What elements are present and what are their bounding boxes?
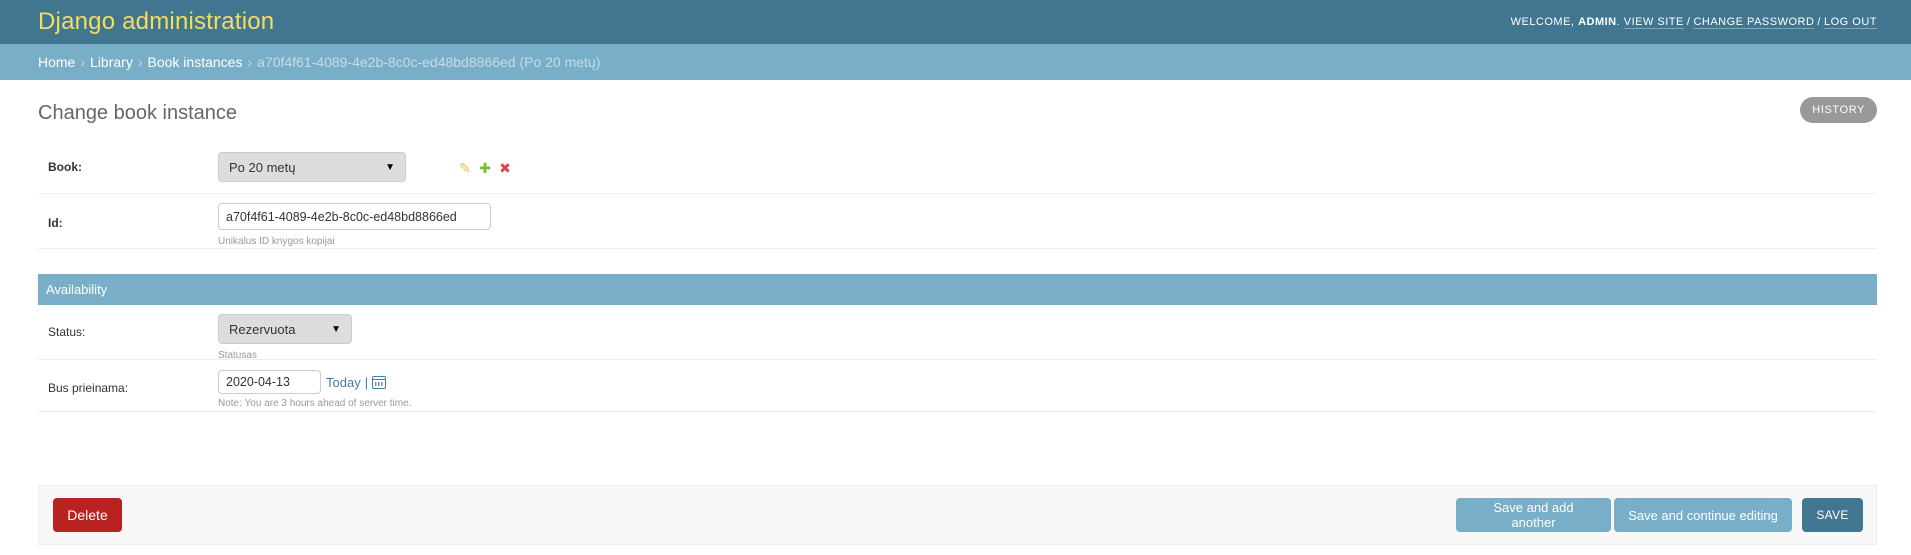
page-title: Change book instance — [38, 102, 238, 124]
chevron-down-icon: ▼ — [385, 161, 395, 173]
book-row: Book: Po 20 metų ▼ ✎ ✚ ✖ — [38, 140, 1877, 194]
close-icon[interactable]: ✖ — [498, 160, 512, 177]
change-password-link[interactable]: Change password — [1693, 16, 1815, 29]
title-row: Change book instance History — [38, 80, 1877, 140]
main-content: Change book instance History Book: Po 20… — [38, 80, 1877, 412]
id-label: Id: — [48, 216, 63, 230]
breadcrumb-current: a70f4f61-4089-4e2b-8c0c-ed48bd8866ed (Po… — [257, 54, 601, 70]
id-help-text: Unikalus ID knygos kopijai — [218, 236, 335, 247]
plus-icon[interactable]: ✚ — [478, 160, 492, 177]
book-field: Po 20 metų ▼ — [218, 152, 406, 182]
date-widget: 2020-04-13 Today | — [218, 370, 411, 394]
id-input[interactable]: a70f4f61-4089-4e2b-8c0c-ed48bd8866ed — [218, 203, 491, 230]
history-button[interactable]: History — [1800, 97, 1877, 123]
availability-header: Availability — [38, 274, 1877, 305]
pencil-icon[interactable]: ✎ — [458, 160, 472, 177]
fieldset-spacer — [38, 249, 1877, 274]
book-related-actions: ✎ ✚ ✖ — [458, 160, 512, 177]
separator: | — [364, 374, 369, 390]
timezone-note: Note: You are 3 hours ahead of server ti… — [218, 398, 412, 409]
breadcrumb-separator: › — [247, 54, 253, 70]
status-select[interactable]: Rezervuota ▼ — [218, 314, 352, 344]
due-back-input[interactable]: 2020-04-13 — [218, 370, 321, 394]
calendar-icon[interactable] — [372, 375, 387, 389]
view-site-link[interactable]: View site — [1623, 16, 1684, 29]
submit-row: Delete Save and add another Save and con… — [38, 485, 1877, 545]
breadcrumb: Home › Library › Book instances › a70f4f… — [0, 44, 1911, 80]
book-label: Book: — [48, 160, 82, 174]
book-select-value: Po 20 metų — [229, 159, 296, 175]
breadcrumb-library[interactable]: Library — [90, 54, 133, 70]
breadcrumb-separator: › — [80, 54, 86, 70]
status-field: Rezervuota ▼ Statusas — [218, 314, 352, 361]
logout-link[interactable]: Log out — [1823, 16, 1877, 29]
user-tools: Welcome, admin. View site / Change passwor… — [1510, 16, 1877, 29]
breadcrumb-book-instances[interactable]: Book instances — [148, 54, 243, 70]
site-header: Django administration Welcome, admin. Vi… — [0, 0, 1911, 44]
delete-button[interactable]: Delete — [53, 498, 122, 532]
breadcrumb-home[interactable]: Home — [38, 54, 75, 70]
today-link[interactable]: Today — [326, 375, 361, 390]
due-back-row: Bus prieinama: 2020-04-13 Today | Note: … — [38, 360, 1877, 412]
due-back-label: Bus prieinama: — [48, 381, 129, 395]
due-back-field: 2020-04-13 Today | Note: You are 3 hours… — [218, 370, 411, 409]
book-select[interactable]: Po 20 metų ▼ — [218, 152, 406, 182]
username: admin — [1578, 16, 1617, 28]
status-label: Status: — [48, 325, 86, 339]
separator: / — [1686, 16, 1691, 28]
save-and-continue-button[interactable]: Save and continue editing — [1614, 498, 1792, 532]
breadcrumb-separator: › — [137, 54, 143, 70]
id-row: Id: a70f4f61-4089-4e2b-8c0c-ed48bd8866ed… — [38, 194, 1877, 249]
id-field: a70f4f61-4089-4e2b-8c0c-ed48bd8866ed Uni… — [218, 203, 491, 247]
separator: / — [1817, 16, 1821, 28]
site-brand[interactable]: Django administration — [38, 8, 274, 36]
save-button[interactable]: Save — [1802, 498, 1863, 532]
welcome-text: Welcome, — [1510, 16, 1575, 28]
save-and-add-another-button[interactable]: Save and add another — [1456, 498, 1611, 532]
status-select-value: Rezervuota — [229, 321, 296, 337]
status-row: Status: Rezervuota ▼ Statusas — [38, 305, 1877, 361]
chevron-down-icon: ▼ — [331, 323, 341, 335]
